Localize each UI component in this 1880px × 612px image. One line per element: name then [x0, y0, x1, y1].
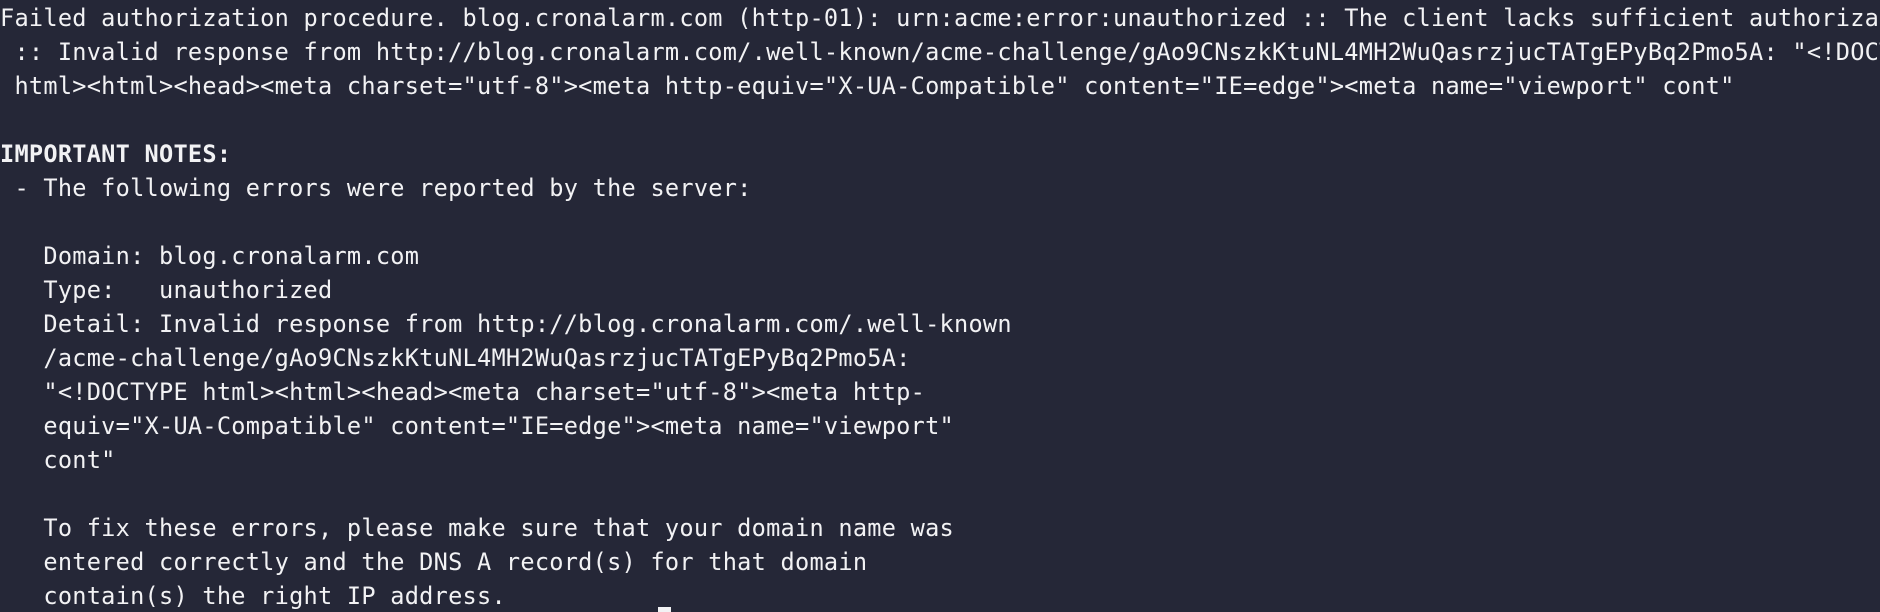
fix-instructions-line: entered correctly and the DNS A record(s… — [0, 548, 868, 576]
terminal-window[interactable]: Failed authorization procedure. blog.cro… — [0, 0, 1880, 612]
text-cursor — [658, 607, 671, 612]
error-domain-line: Domain: blog.cronalarm.com — [0, 242, 420, 270]
fix-instructions-line: contain(s) the right IP address. — [0, 582, 506, 610]
error-detail-line: Detail: Invalid response from http://blo… — [0, 310, 1012, 338]
terminal-line: - The following errors were reported by … — [0, 174, 752, 202]
error-type-line: Type: unauthorized — [0, 276, 333, 304]
important-notes-heading: IMPORTANT NOTES: — [0, 140, 232, 168]
terminal-line: :: Invalid response from http://blog.cro… — [0, 38, 1880, 66]
fix-instructions-line: To fix these errors, please make sure th… — [0, 514, 955, 542]
error-detail-line: cont" — [0, 446, 116, 474]
error-detail-line: /acme-challenge/gAo9CNszkKtuNL4MH2WuQasr… — [0, 344, 911, 372]
error-detail-line: "<!DOCTYPE html><html><head><meta charse… — [0, 378, 926, 406]
terminal-line: Failed authorization procedure. blog.cro… — [0, 4, 1880, 32]
terminal-line: html><html><head><meta charset="utf-8"><… — [0, 72, 1735, 100]
error-detail-line: equiv="X-UA-Compatible" content="IE=edge… — [0, 412, 955, 440]
